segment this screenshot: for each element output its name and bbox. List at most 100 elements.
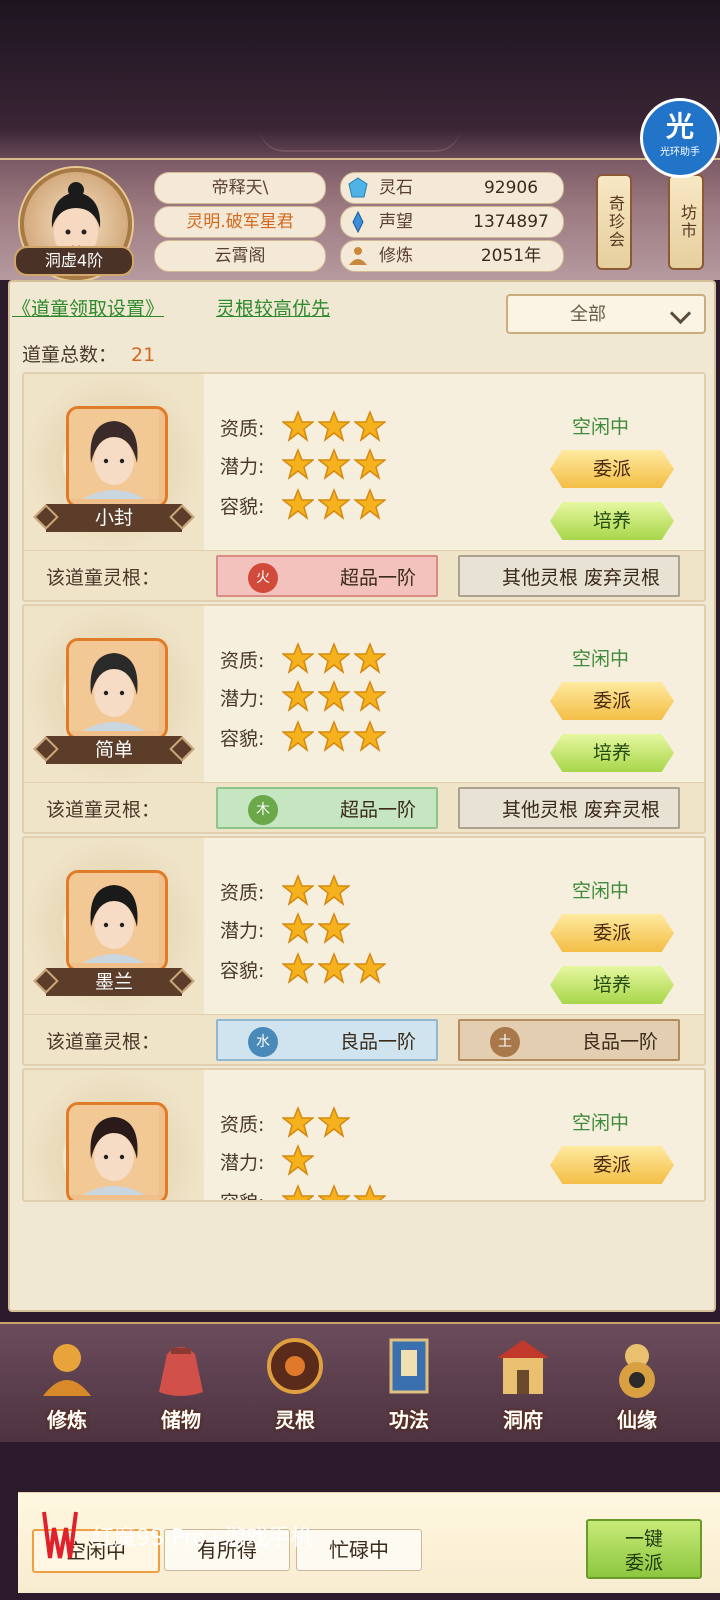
assign-button[interactable]: 委派 — [550, 914, 674, 952]
player-sect: 云霄阁 — [154, 240, 326, 272]
disciple-face-icon — [69, 409, 159, 499]
priority-link[interactable]: 灵根较高优先 — [216, 294, 330, 321]
attr-potential-stars — [282, 912, 354, 944]
nav-fate[interactable]: 仙缘 — [582, 1328, 692, 1436]
nav-label: 仙缘 — [617, 1408, 657, 1432]
spirit-root-slot[interactable]: 其他灵根 废弃灵根 — [458, 555, 680, 597]
disciple-portrait[interactable] — [66, 1102, 168, 1200]
disciple-card: 简单 资质: 潜力: 容貌: 空闲中 委派 培养 该道童灵根： 木 超品一阶 其他灵根 废弃灵根 — [22, 604, 706, 834]
star-icon — [282, 874, 314, 906]
disciple-portrait[interactable] — [66, 406, 168, 508]
nav-label: 灵根 — [275, 1408, 315, 1432]
cultivate-icon — [43, 1344, 91, 1396]
player-name: 帝释天\ — [154, 172, 326, 204]
spirit-root-row: 该道童灵根： 水 良品一阶 土 良品一阶 — [24, 1014, 704, 1064]
stat-prestige: 声望 1374897 — [340, 206, 564, 238]
one-key-assign-button[interactable]: 一键 委派 — [586, 1519, 702, 1579]
attr-potential-label: 潜力: — [220, 456, 265, 478]
player-header: 洞虚4阶 帝释天\ 灵明.破军星君 云霄阁 灵石 92906 声望 137489… — [0, 158, 720, 280]
market-button[interactable]: 坊市 — [668, 174, 704, 270]
technique-book-icon — [389, 1338, 429, 1394]
spirit-root-label: 该道童灵根： — [46, 567, 161, 589]
spirit-root-slot[interactable]: 火 超品一阶 — [216, 555, 438, 597]
spirit-root-slot[interactable]: 土 良品一阶 — [458, 1019, 680, 1061]
disciple-total: 道童总数： 21 — [22, 340, 155, 367]
star-icon — [282, 720, 314, 752]
attr-quality-label: 资质: — [220, 1114, 265, 1136]
star-icon — [318, 448, 350, 480]
attr-potential-stars — [282, 448, 390, 480]
star-icon — [318, 912, 350, 944]
disciple-face-icon — [69, 641, 159, 731]
spirit-root-label: 该道童灵根： — [46, 1031, 161, 1053]
spirit-root-slot[interactable]: 木 超品一阶 — [216, 787, 438, 829]
attr-looks-label: 容貌: — [220, 496, 265, 518]
filter-value: 全部 — [570, 304, 606, 325]
disciple-status: 空闲中 — [572, 416, 630, 438]
prestige-icon — [352, 211, 364, 233]
nav-techniques[interactable]: 功法 — [354, 1328, 464, 1436]
assistant-logo-text: 光 — [665, 110, 694, 143]
attr-potential-label: 潜力: — [220, 920, 265, 942]
spirit-root-slot[interactable]: 其他灵根 废弃灵根 — [458, 787, 680, 829]
disciple-status: 空闲中 — [572, 648, 630, 670]
player-title: 灵明.破军星君 — [154, 206, 326, 238]
disciple-card: 墨兰 资质: 潜力: 容貌: 空闲中 委派 培养 该道童灵根： 水 良品一阶 土 良品一阶 — [22, 836, 706, 1066]
train-button[interactable]: 培养 — [550, 966, 674, 1004]
disciple-status: 空闲中 — [572, 880, 630, 902]
disciple-name: 小封 — [46, 504, 182, 532]
attr-quality-label: 资质: — [220, 882, 265, 904]
star-icon — [282, 912, 314, 944]
filter-dropdown[interactable]: 全部 — [506, 294, 706, 334]
portrait-area: 小封 — [24, 374, 204, 550]
assign-button[interactable]: 委派 — [550, 450, 674, 488]
assistant-badge[interactable]: 光 光环助手 — [640, 98, 720, 178]
disciple-portrait[interactable] — [66, 870, 168, 972]
assign-button[interactable]: 委派 — [550, 1146, 674, 1184]
star-icon — [354, 488, 386, 520]
attr-quality-label: 资质: — [220, 650, 265, 672]
star-icon — [318, 952, 350, 984]
phone-watermark: 红魔9S Pro+游戏手机 — [40, 1508, 540, 1564]
collect-settings-link[interactable]: 《道童领取设置》 — [12, 294, 164, 321]
treasure-shop-button[interactable]: 奇珍会 — [596, 174, 632, 270]
attr-looks-stars — [282, 488, 390, 520]
train-button[interactable]: 培养 — [550, 734, 674, 772]
disciple-face-icon — [69, 1105, 159, 1195]
element-water-icon: 水 — [248, 1027, 278, 1057]
stat-label: 声望 — [379, 212, 413, 232]
star-icon — [354, 448, 386, 480]
star-icon — [318, 488, 350, 520]
attr-looks-label: 容貌: — [220, 960, 265, 982]
attr-quality-stars — [282, 1106, 354, 1138]
disciple-name: 墨兰 — [46, 968, 182, 996]
element-fire-icon: 火 — [248, 563, 278, 593]
nav-cultivate[interactable]: 修炼 — [12, 1328, 122, 1436]
disciple-panel: 《道童领取设置》 灵根较高优先 全部 道童总数： 21 小封资质: 潜力: 容貌: 空闲… — [8, 280, 720, 1593]
attr-quality-stars — [282, 642, 390, 674]
portrait-area: 简单 — [24, 606, 204, 782]
spirit-root-row: 该道童灵根： 火 超品一阶 其他灵根 废弃灵根 — [24, 550, 704, 600]
total-value: 21 — [131, 344, 156, 366]
attr-looks-stars — [282, 720, 390, 752]
star-icon — [282, 680, 314, 712]
attr-potential-stars — [282, 1144, 318, 1176]
element-earth-icon: 土 — [490, 1027, 520, 1057]
red-magic-logo-icon — [42, 1511, 78, 1559]
nav-cave[interactable]: 洞府 — [468, 1328, 578, 1436]
nav-storage[interactable]: 储物 — [126, 1328, 236, 1436]
nav-spirit-root[interactable]: 灵根 — [240, 1328, 350, 1436]
assistant-label: 光环助手 — [660, 147, 700, 158]
spirit-root-grade: 其他灵根 废弃灵根 — [501, 567, 660, 589]
one-key-line1: 一键 — [624, 1528, 663, 1550]
element-wood-icon: 木 — [248, 795, 278, 825]
assign-button[interactable]: 委派 — [550, 682, 674, 720]
spirit-root-slot[interactable]: 水 良品一阶 — [216, 1019, 438, 1061]
nav-label: 洞府 — [503, 1408, 543, 1432]
spirit-stone-icon — [348, 177, 368, 198]
disciple-portrait[interactable] — [66, 638, 168, 740]
spirit-root-grade: 良品一阶 — [581, 1031, 658, 1053]
attr-looks-stars — [282, 1184, 390, 1200]
train-button[interactable]: 培养 — [550, 502, 674, 540]
chevron-down-icon — [669, 302, 692, 325]
